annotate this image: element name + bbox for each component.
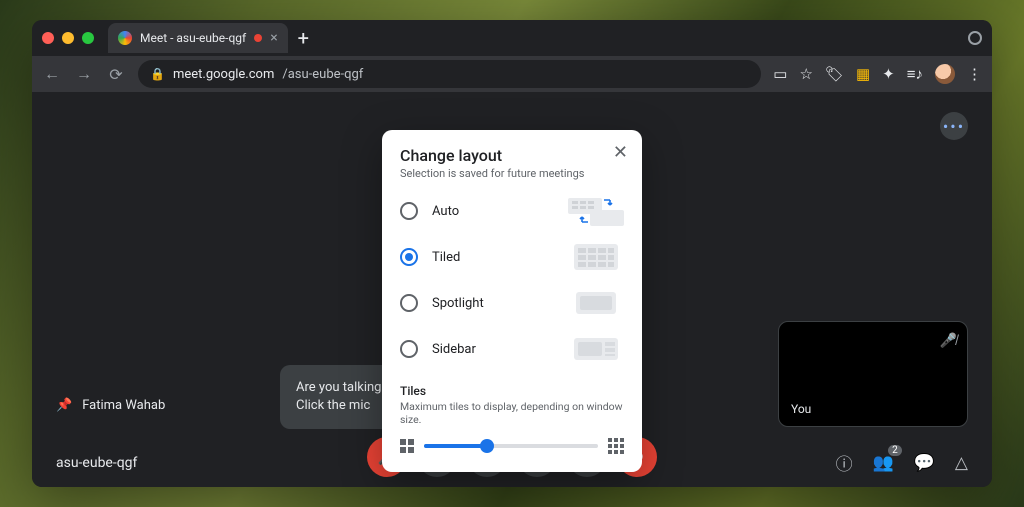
activities-icon[interactable]: △ [955,453,968,473]
playlist-icon[interactable]: ≡♪ [907,65,923,83]
tiled-thumb-icon [568,242,624,272]
tag-icon[interactable]: 🏷 [825,65,844,83]
layout-option-tiled[interactable]: Tiled [400,242,624,272]
radio-icon [400,294,418,312]
forward-icon[interactable]: → [74,64,94,84]
lock-icon: 🔒 [150,67,165,81]
extensions-area: ▭ ☆ 🏷 ▦ ✦ ≡♪ ⋮ [773,64,982,84]
option-label: Tiled [432,250,554,265]
grid-large-icon [608,438,624,454]
tiles-desc: Maximum tiles to display, depending on w… [400,400,624,426]
radio-icon [400,202,418,220]
toolbar: ← → ⟳ 🔒 meet.google.com/asu-eube-qgf ▭ ☆… [32,56,992,92]
close-window-icon[interactable] [42,32,54,44]
grid-small-icon [400,439,414,453]
people-button[interactable]: 👥2 [873,453,894,473]
meet-content: ••• 📌 Fatima Wahab asu-eube-qgf Are you … [32,92,992,487]
tiles-section: Tiles Maximum tiles to display, dependin… [400,384,624,454]
self-label: You [791,402,811,416]
modal-title: Change layout [400,146,624,165]
recording-indicator-icon [254,34,262,42]
meeting-code: asu-eube-qgf [56,455,137,471]
more-options-button[interactable]: ••• [940,112,968,140]
auto-thumb-icon [568,196,624,226]
maximize-window-icon[interactable] [82,32,94,44]
new-tab-button[interactable]: + [298,28,309,48]
back-icon[interactable]: ← [42,64,62,84]
sidebar-thumb-icon [568,334,624,364]
box-icon[interactable]: ▦ [856,65,870,83]
browser-tab[interactable]: Meet - asu-eube-qgf × [108,23,288,53]
slider-thumb-icon[interactable] [480,439,494,453]
pin-icon: 📌 [56,398,72,413]
tiles-slider-row [400,438,624,454]
tab-title: Meet - asu-eube-qgf [140,31,246,45]
mic-off-icon: 🎤̸ [940,332,957,349]
radio-icon [400,248,418,266]
pinned-participant: 📌 Fatima Wahab [56,398,165,413]
self-view-tile[interactable]: 🎤̸ You [778,321,968,427]
option-label: Auto [432,204,554,219]
option-label: Spotlight [432,296,554,311]
url-path: /asu-eube-qgf [282,67,363,82]
change-layout-modal: ✕ Change layout Selection is saved for f… [382,130,642,472]
profile-avatar[interactable] [935,64,955,84]
chat-icon[interactable]: 💬 [914,453,935,473]
url-host: meet.google.com [173,67,274,82]
reload-icon[interactable]: ⟳ [106,65,126,84]
pinned-name: Fatima Wahab [82,398,165,413]
window-menu-icon[interactable] [968,31,982,45]
puzzle-icon[interactable]: ✦ [882,65,895,83]
browser-window: Meet - asu-eube-qgf × + ← → ⟳ 🔒 meet.goo… [32,20,992,487]
close-tab-icon[interactable]: × [270,31,277,45]
right-controls: ⓘ 👥2 💬 △ [836,450,968,475]
minimize-window-icon[interactable] [62,32,74,44]
layout-option-auto[interactable]: Auto [400,196,624,226]
layout-option-spotlight[interactable]: Spotlight [400,288,624,318]
address-bar[interactable]: 🔒 meet.google.com/asu-eube-qgf [138,60,761,88]
participant-count: 2 [888,445,902,456]
tab-strip: Meet - asu-eube-qgf × + [32,20,992,56]
layout-options: Auto Tiled [400,196,624,364]
layout-option-sidebar[interactable]: Sidebar [400,334,624,364]
window-controls [42,32,94,44]
close-modal-button[interactable]: ✕ [613,144,628,162]
modal-subtitle: Selection is saved for future meetings [400,167,624,180]
info-icon[interactable]: ⓘ [836,450,853,475]
meet-favicon-icon [118,31,132,45]
tiles-heading: Tiles [400,384,624,398]
bookmark-star-icon[interactable]: ☆ [799,65,812,83]
radio-icon [400,340,418,358]
option-label: Sidebar [432,342,554,357]
spotlight-thumb-icon [568,288,624,318]
tiles-slider[interactable] [424,444,598,448]
browser-menu-icon[interactable]: ⋮ [967,65,982,83]
cast-icon[interactable]: ▭ [773,65,787,83]
